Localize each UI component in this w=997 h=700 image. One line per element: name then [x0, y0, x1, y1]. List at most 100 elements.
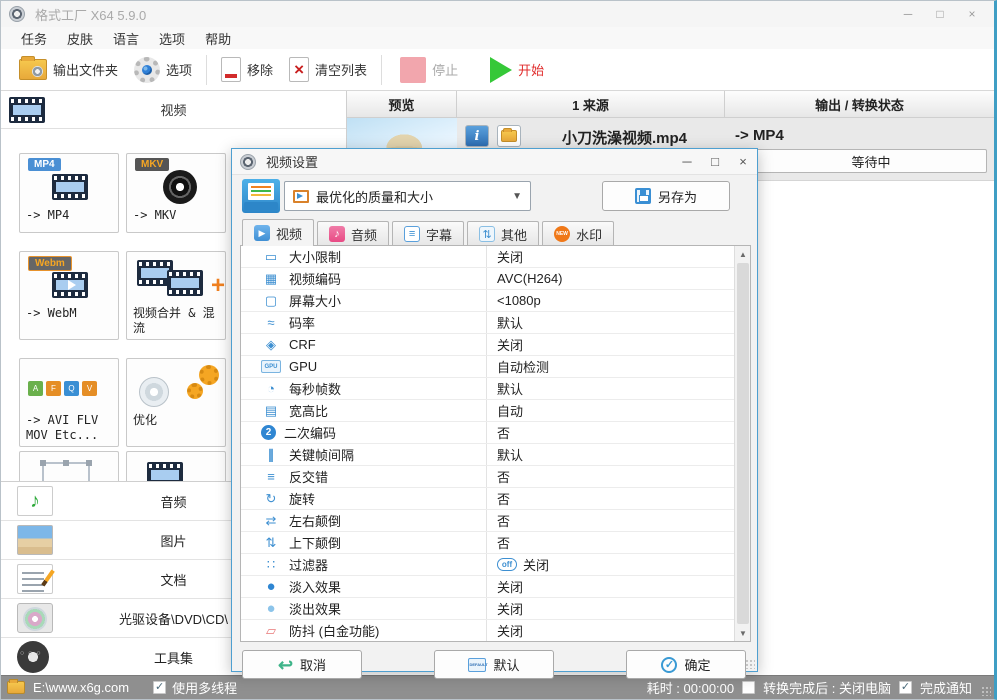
shutdown-checkbox[interactable] — [742, 681, 756, 694]
ok-button[interactable]: ✓ 确定 — [626, 650, 746, 679]
tile-art: Webm — [26, 256, 114, 306]
scrollbar-thumb[interactable] — [737, 263, 749, 624]
ok-label: 确定 — [684, 658, 711, 673]
target-format-label: MP4 — [752, 127, 784, 144]
preset-dropdown[interactable]: 最优化的质量和大小 ▼ — [284, 181, 531, 211]
save-as-label: 另存为 — [657, 189, 697, 205]
setting-row-flip-vertical[interactable]: ⇅ 上下颠倒 否 — [241, 532, 734, 554]
setting-row-video-encoder[interactable]: ▦ 视频编码 AVC(H264) — [241, 268, 734, 290]
setting-row-fade-out[interactable]: ● 淡出效果 关闭 — [241, 598, 734, 620]
setting-value: 否 — [497, 467, 510, 486]
gear-icon — [199, 365, 219, 385]
default-button[interactable]: 默认 — [434, 650, 554, 679]
setting-row-size-limit[interactable]: ▭ 大小限制 关闭 — [241, 246, 734, 268]
start-button[interactable]: 开始 — [482, 52, 552, 88]
setting-value: 自动 — [497, 401, 523, 420]
crop-tile-partial[interactable] — [19, 451, 119, 481]
maximize-button[interactable]: □ — [924, 1, 956, 27]
tab-video[interactable]: ▶ 视频 — [242, 219, 315, 246]
gpu-icon: GPU — [261, 360, 281, 373]
size-limit-icon: ▭ — [264, 248, 278, 264]
setting-row-bitrate[interactable]: ≈ 码率 默认 — [241, 312, 734, 334]
app-icon — [9, 6, 25, 22]
output-path-folder-icon[interactable] — [7, 679, 25, 694]
scroll-down-icon[interactable]: ▼ — [735, 625, 751, 641]
setting-value-text: 关闭 — [497, 250, 524, 265]
clear-list-button[interactable]: × 清空列表 — [281, 52, 375, 88]
setting-row-keyframe-interval[interactable]: ∥ 关键帧间隔 默认 — [241, 444, 734, 466]
dialog-titlebar[interactable]: 视频设置 ─ □ × — [232, 149, 757, 175]
tab-other[interactable]: ⇅ 其他 — [467, 221, 540, 246]
multithread-label: 使用多线程 — [172, 681, 238, 696]
disc-icon — [139, 377, 169, 407]
stop-icon — [400, 56, 427, 83]
media-info-button[interactable]: i — [465, 125, 489, 147]
setting-row-crf[interactable]: ◈ CRF 关闭 — [241, 334, 734, 356]
menu-item-language[interactable]: 语言 — [103, 27, 149, 50]
video-section-header[interactable]: 视频 — [1, 91, 346, 129]
remove-button[interactable]: 移除 — [213, 52, 281, 88]
output-folder-button[interactable]: 输出文件夹 — [11, 52, 126, 88]
cancel-button[interactable]: ↩ 取消 — [242, 650, 362, 679]
tile-label: 视频合并 & 混流 — [133, 306, 215, 335]
dialog-minimize-button[interactable]: ─ — [673, 149, 701, 175]
menu-item-skin[interactable]: 皮肤 — [57, 27, 103, 50]
output-path[interactable]: E:\www.x6g.com — [33, 680, 129, 695]
window-resize-grip[interactable] — [981, 686, 991, 696]
setting-row-screen-size[interactable]: ▢ 屏幕大小 <1080p — [241, 290, 734, 312]
folder-icon — [501, 128, 517, 142]
stop-button[interactable]: 停止 — [392, 52, 466, 88]
dialog-close-button[interactable]: × — [729, 149, 757, 175]
tab-subtitle[interactable]: ≡ 字幕 — [392, 221, 465, 246]
format-tile-mkv[interactable]: MKV -> MKV — [126, 153, 226, 233]
open-folder-button[interactable] — [497, 125, 521, 147]
format-tile-optimize[interactable]: 优化 — [126, 358, 226, 447]
minimize-button[interactable]: ─ — [892, 1, 924, 27]
notify-checkbox[interactable]: ✓ — [898, 681, 912, 694]
tile-art: MKV — [133, 158, 221, 208]
setting-row-flip-horizontal[interactable]: ⇄ 左右颠倒 否 — [241, 510, 734, 532]
tile-label: -> MKV — [133, 208, 177, 222]
format-tile-avi-etc[interactable]: A F Q V -> AVI FLV MOV Etc... — [19, 358, 119, 447]
setting-row-fps[interactable]: ◔ 每秒帧数 默认 — [241, 378, 734, 400]
save-as-button[interactable]: 另存为 — [602, 181, 730, 211]
format-tile-merge[interactable]: + 视频合并 & 混流 — [126, 251, 226, 340]
setting-value: 关闭 — [497, 247, 523, 266]
tab-watermark[interactable]: NEW 水印 — [542, 221, 615, 246]
tab-label: 视频 — [276, 226, 303, 242]
setting-row-fade-in[interactable]: ● 淡入效果 关闭 — [241, 576, 734, 598]
dialog-resize-grip[interactable] — [745, 659, 755, 669]
setting-value-text: 自动 — [497, 404, 524, 419]
menu-item-task[interactable]: 任务 — [11, 27, 57, 50]
crop-icon — [40, 460, 92, 481]
menu-item-options[interactable]: 选项 — [149, 27, 195, 50]
setting-row-two-pass[interactable]: 2 二次编码 否 — [241, 422, 734, 444]
fade-out-icon: ● — [266, 600, 276, 617]
format-tile-webm[interactable]: Webm -> WebM — [19, 251, 119, 340]
setting-label: 防抖 (白金功能) — [289, 624, 380, 639]
close-button[interactable]: × — [956, 1, 988, 27]
setting-row-stabilizer[interactable]: ▱ 防抖 (白金功能) 关闭 — [241, 620, 734, 641]
video-tile-partial[interactable] — [126, 451, 226, 481]
tab-audio[interactable]: ♪ 音频 — [317, 221, 390, 246]
multithread-checkbox[interactable]: ✓ — [153, 681, 167, 694]
setting-row-deinterlace[interactable]: ≡ 反交错 否 — [241, 466, 734, 488]
menu-item-help[interactable]: 帮助 — [195, 27, 241, 50]
setting-row-rotate[interactable]: ↻ 旋转 否 — [241, 488, 734, 510]
section-title: 视频 — [160, 103, 187, 118]
scroll-up-icon[interactable]: ▲ — [735, 246, 751, 262]
gear-icon — [187, 383, 203, 399]
setting-value-text: 关闭 — [497, 602, 524, 617]
setting-row-filter[interactable]: ∷ 过滤器 off 关闭 — [241, 554, 734, 576]
setting-row-aspect-ratio[interactable]: ▤ 宽高比 自动 — [241, 400, 734, 422]
setting-value-text: 否 — [497, 536, 511, 551]
setting-value: 关闭 — [497, 621, 523, 640]
queue-header: 预览 1 来源 输出 / 转换状态 — [347, 91, 994, 118]
format-tile-mp4[interactable]: MP4 -> MP4 — [19, 153, 119, 233]
subtitle-tab-icon: ≡ — [404, 226, 421, 242]
fade-in-icon: ● — [266, 578, 276, 595]
setting-row-gpu[interactable]: GPU GPU 自动检测 — [241, 356, 734, 378]
options-button[interactable]: 选项 — [126, 52, 200, 88]
scrollbar[interactable]: ▲ ▼ — [734, 246, 750, 641]
dialog-maximize-button[interactable]: □ — [701, 149, 729, 175]
